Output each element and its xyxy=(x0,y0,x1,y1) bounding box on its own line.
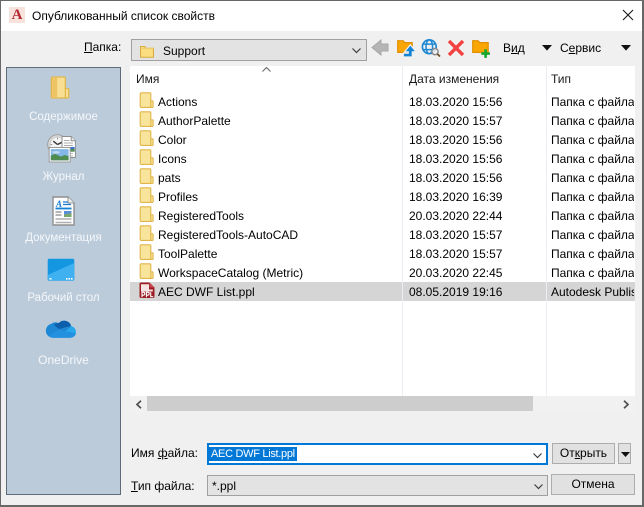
svg-text:A: A xyxy=(55,199,62,209)
